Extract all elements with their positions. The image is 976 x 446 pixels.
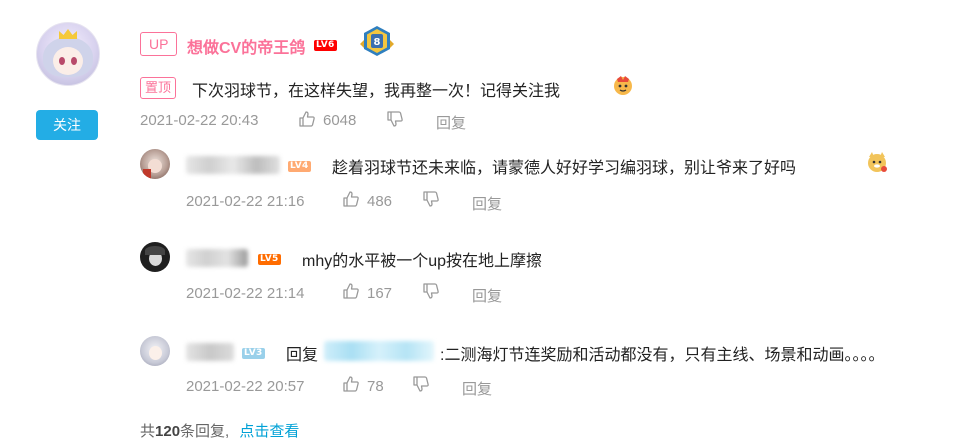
like-icon[interactable] [342,282,360,300]
reply-avatar[interactable] [140,336,170,366]
svg-text:8: 8 [374,37,381,48]
dislike-icon[interactable] [422,282,440,300]
reply-count-summary: 共120条回复, 点击查看 [140,420,299,441]
reply-time: 2021-02-22 21:14 [186,285,305,302]
like-icon[interactable] [342,375,360,393]
level-badge: LV6 [314,40,337,51]
avatar-eye [59,57,65,65]
reply-count-suffix: 条回复, [180,423,230,440]
reply-username[interactable] [186,343,234,361]
up-badge: UP [140,32,178,56]
crown-icon [59,29,77,39]
reply-button[interactable]: 回复 [472,193,502,214]
reply-button[interactable]: 回复 [436,112,466,133]
follow-button[interactable]: 关注 [36,110,98,140]
level-badge: LV4 [288,161,311,172]
like-count: 78 [367,378,384,395]
comment-content: 下次羽球节，在这样失望，我再整一次！记得关注我 [192,83,561,100]
reply-avatar[interactable] [140,149,170,179]
reply-avatar[interactable] [140,242,170,272]
mentioned-user-link[interactable] [324,341,434,361]
reply-content: :二测海灯节连奖励和活动都没有，只有主线、场景和动画。。。。 [440,347,885,364]
like-icon[interactable] [342,190,360,208]
reply-username[interactable] [186,249,248,267]
reply-count-prefix: 共 [140,423,156,440]
dislike-icon[interactable] [422,190,440,208]
level-badge: LV5 [258,254,281,265]
dislike-icon[interactable] [386,110,404,128]
comment-time: 2021-02-22 20:43 [140,112,259,129]
reply-content: mhy的水平被一个up按在地上摩擦 [302,253,543,270]
like-count: 486 [367,193,393,210]
avatar-eye [71,57,77,65]
reply-username[interactable] [186,156,280,174]
dislike-icon[interactable] [412,375,430,393]
medal-icon: 8 [360,26,394,56]
reply-count: 120 [155,423,181,440]
reply-content: 趁着羽球节还未来临，请蒙德人好好学习编羽球，别让爷来了好吗 [332,160,797,177]
emoji-icon [868,152,887,172]
emoji-icon [614,76,632,95]
reply-time: 2021-02-22 20:57 [186,378,305,395]
username[interactable]: 想做CV的帝王鸽 [187,34,305,58]
pinned-badge: 置顶 [140,77,177,99]
like-count: 6048 [323,112,357,129]
user-avatar[interactable] [36,22,100,86]
view-more-link[interactable]: 点击查看 [239,423,299,440]
like-count: 167 [367,285,393,302]
avatar-face [53,47,83,75]
reply-prefix: 回复 [286,347,319,364]
reply-button[interactable]: 回复 [462,378,492,399]
like-icon[interactable] [298,110,316,128]
reply-time: 2021-02-22 21:16 [186,193,305,210]
reply-button[interactable]: 回复 [472,285,502,306]
level-badge: LV3 [242,348,265,359]
